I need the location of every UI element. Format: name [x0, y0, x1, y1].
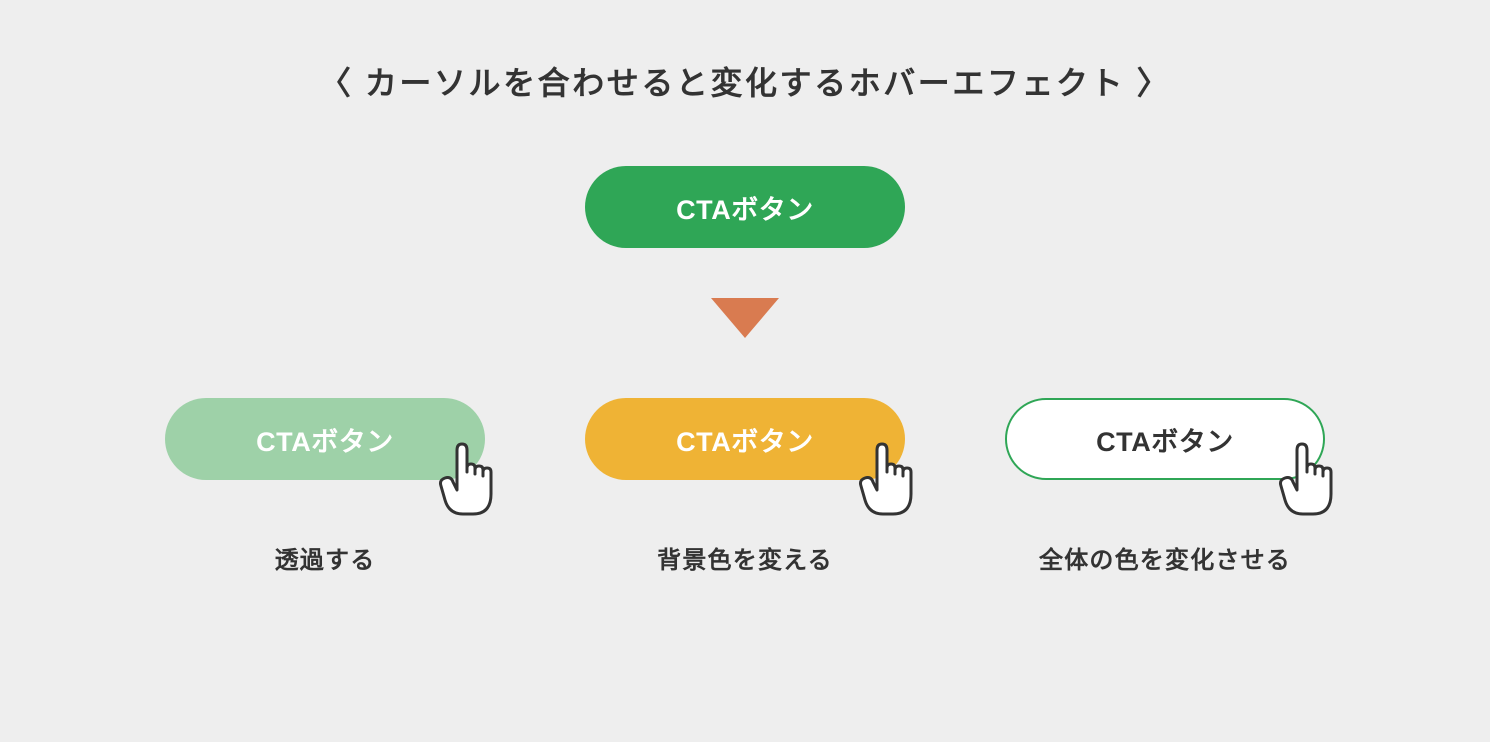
cta-button-main[interactable]: CTAボタン	[585, 166, 905, 248]
cta-button-transparent-label: CTAボタン	[256, 420, 394, 459]
cta-button-transparent[interactable]: CTAボタン	[165, 398, 485, 480]
cta-button-bgchange[interactable]: CTAボタン	[585, 398, 905, 480]
variants-row: CTAボタン 透過する CTAボタン 背景色を変える CTAボタン 全体の色を変	[165, 398, 1325, 575]
cta-button-outline[interactable]: CTAボタン	[1005, 398, 1325, 480]
variant-outline: CTAボタン 全体の色を変化させる	[1005, 398, 1325, 575]
variant-bgchange: CTAボタン 背景色を変える	[585, 398, 905, 575]
cta-button-outline-label: CTAボタン	[1096, 420, 1234, 459]
variant-bgchange-caption: 背景色を変える	[657, 540, 833, 575]
cta-button-main-label: CTAボタン	[676, 188, 814, 227]
arrow-down-icon	[711, 298, 779, 338]
variant-transparent-caption: 透過する	[275, 540, 376, 575]
page-title: 〈 カーソルを合わせると変化するホバーエフェクト 〉	[319, 58, 1171, 104]
variant-transparent: CTAボタン 透過する	[165, 398, 485, 575]
cta-button-bgchange-label: CTAボタン	[676, 420, 814, 459]
variant-outline-caption: 全体の色を変化させる	[1039, 540, 1291, 575]
